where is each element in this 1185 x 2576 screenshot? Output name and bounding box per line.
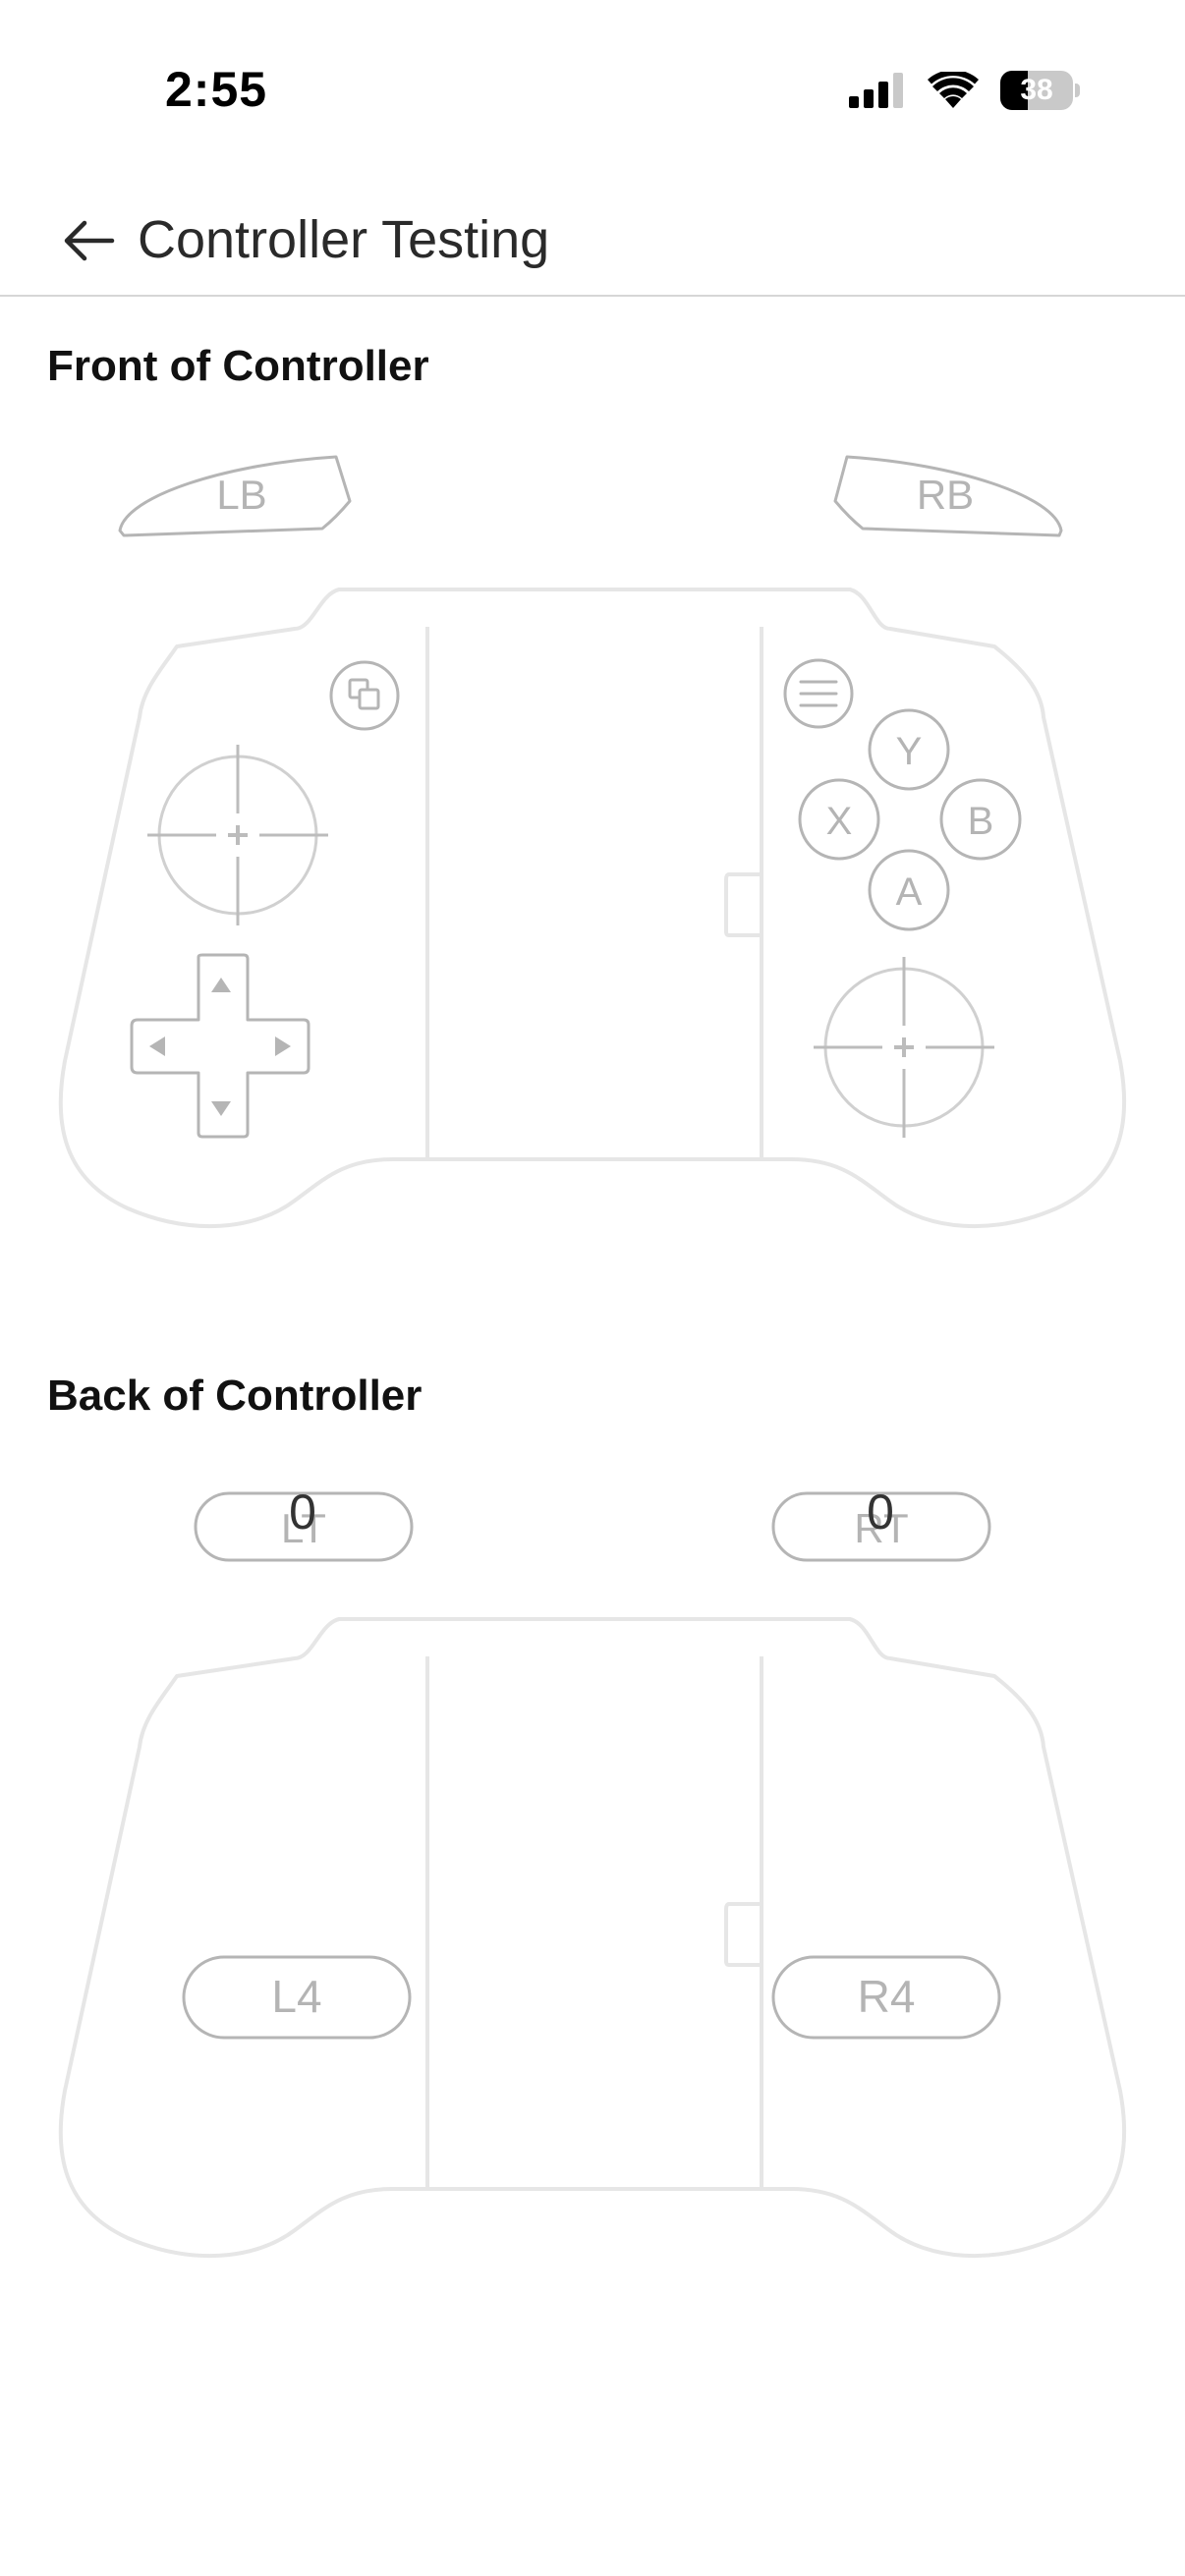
view-button-icon bbox=[348, 678, 380, 710]
battery-level: 38 bbox=[1020, 74, 1053, 106]
arrow-left-icon bbox=[64, 220, 115, 261]
b-label: B bbox=[968, 800, 994, 843]
menu-button-icon bbox=[799, 680, 838, 707]
status-bar: 2:55 38 bbox=[0, 0, 1185, 187]
wifi-icon bbox=[928, 72, 979, 108]
view-button[interactable] bbox=[329, 660, 400, 731]
back-controller: LT RT L4 R4 0 0 bbox=[0, 1462, 1185, 2259]
cellular-signal-icon bbox=[849, 73, 903, 108]
lt-value: 0 bbox=[289, 1484, 316, 1540]
front-controller-body bbox=[58, 588, 1127, 1229]
l4-paddle[interactable]: L4 bbox=[182, 1955, 412, 2040]
front-controller: LB RB Y X B A bbox=[0, 432, 1185, 1229]
lb-button[interactable]: LB bbox=[118, 455, 352, 537]
battery-icon: 38 bbox=[1000, 71, 1080, 110]
back-section-title: Back of Controller bbox=[47, 1372, 423, 1420]
a-button[interactable]: A bbox=[868, 849, 950, 931]
page-title: Controller Testing bbox=[138, 210, 550, 269]
menu-button[interactable] bbox=[783, 658, 854, 729]
status-time: 2:55 bbox=[165, 62, 268, 117]
back-controller-body bbox=[58, 1617, 1127, 2259]
rt-value: 0 bbox=[867, 1484, 894, 1540]
dpad-down-icon bbox=[211, 1101, 231, 1116]
front-section-title: Front of Controller bbox=[47, 342, 429, 390]
rb-button[interactable]: RB bbox=[833, 455, 1063, 537]
l4-label: L4 bbox=[271, 1971, 321, 2022]
rb-label: RB bbox=[917, 472, 974, 518]
left-stick[interactable] bbox=[147, 745, 328, 925]
r4-label: R4 bbox=[858, 1971, 916, 2022]
nav-bar: Controller Testing bbox=[0, 187, 1185, 297]
right-stick[interactable] bbox=[814, 957, 994, 1138]
a-label: A bbox=[896, 870, 923, 914]
r4-paddle[interactable]: R4 bbox=[771, 1955, 1001, 2040]
dpad-up-icon bbox=[211, 978, 231, 992]
dpad-right-icon bbox=[275, 1036, 291, 1056]
x-label: X bbox=[826, 800, 853, 843]
x-button[interactable]: X bbox=[798, 778, 880, 861]
b-button[interactable]: B bbox=[939, 778, 1022, 861]
back-button[interactable] bbox=[49, 201, 128, 280]
status-icons: 38 bbox=[849, 71, 1080, 110]
lb-label: LB bbox=[216, 472, 266, 518]
d-pad[interactable] bbox=[130, 953, 310, 1139]
y-button[interactable]: Y bbox=[868, 708, 950, 791]
y-label: Y bbox=[896, 730, 923, 773]
dpad-left-icon bbox=[149, 1036, 165, 1056]
